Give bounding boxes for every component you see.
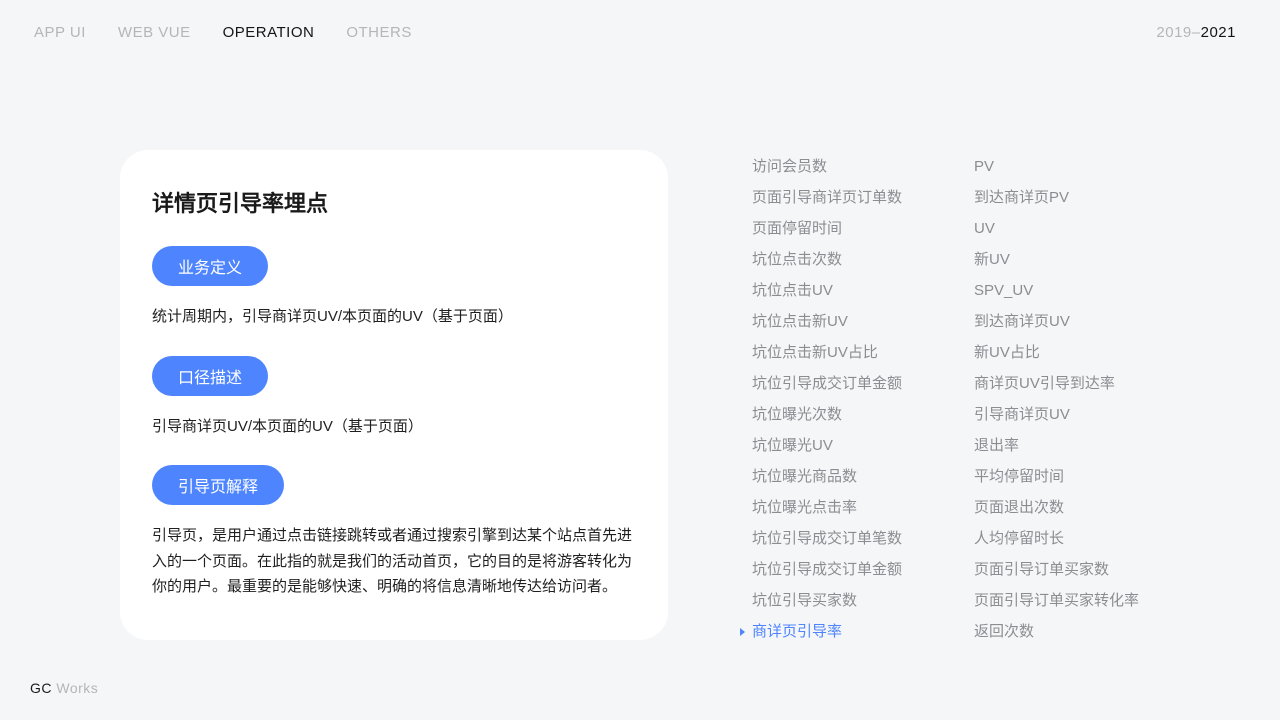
metrics-col-2: PV 到达商详页PV UV 新UV SPV_UV 到达商详页UV 新UV占比商详页UV引导到… <box>974 156 1139 642</box>
pill-business-def: 业务定义 <box>152 246 268 286</box>
metric-item[interactable]: 坑位点击次数 <box>752 249 902 270</box>
nav-others[interactable]: OTHERS <box>346 24 412 41</box>
footer-brand: GC Works <box>30 680 98 696</box>
footer-weak: Works <box>52 680 98 696</box>
metric-item[interactable]: 新UV占比 <box>974 342 1139 363</box>
top-nav: APP UI WEB VUE OPERATION OTHERS <box>34 24 412 41</box>
metrics-col-1: 访问会员数页面引导商详页订单数页面停留时间坑位点击次数坑位点击UV 坑位点击新UV… <box>752 156 902 642</box>
metrics-panel: 访问会员数页面引导商详页订单数页面停留时间坑位点击次数坑位点击UV 坑位点击新UV… <box>752 156 1139 642</box>
metric-item[interactable]: 坑位点击新UV占比 <box>752 342 902 363</box>
text-landing-explain: 引导页，是用户通过点击链接跳转或者通过搜索引擎到达某个站点首先进入的一个页面。在… <box>152 523 636 600</box>
metric-item[interactable]: UV <box>974 218 1139 239</box>
detail-card: 详情页引导率埋点 业务定义 统计周期内，引导商详页UV/本页面的UV（基于页面）… <box>120 150 668 640</box>
metric-item[interactable]: 页面引导商详页订单数 <box>752 187 902 208</box>
text-business-def: 统计周期内，引导商详页UV/本页面的UV（基于页面） <box>152 304 636 330</box>
metric-item[interactable]: 商详页UV引导到达率 <box>974 373 1139 394</box>
metric-item[interactable]: 坑位引导买家数 <box>752 590 902 611</box>
metric-item[interactable]: 退出率 <box>974 435 1139 456</box>
metric-item[interactable]: 人均停留时长 <box>974 528 1139 549</box>
metric-item[interactable]: 引导商详页UV <box>974 404 1139 425</box>
metric-item[interactable]: SPV_UV <box>974 280 1139 301</box>
nav-web-vue[interactable]: WEB VUE <box>118 24 191 41</box>
year-prefix: 2019– <box>1156 24 1200 41</box>
metric-item[interactable]: 到达商详页UV <box>974 311 1139 332</box>
text-caliber: 引导商详页UV/本页面的UV（基于页面） <box>152 414 636 440</box>
footer-strong: GC <box>30 680 52 696</box>
metric-item[interactable]: 页面退出次数 <box>974 497 1139 518</box>
metric-item[interactable]: 页面停留时间 <box>752 218 902 239</box>
metric-item[interactable]: PV <box>974 156 1139 177</box>
metric-item[interactable]: 返回次数 <box>974 621 1139 642</box>
metric-item[interactable]: 坑位曝光UV <box>752 435 902 456</box>
pill-landing-explain: 引导页解释 <box>152 465 284 505</box>
metric-item[interactable]: 坑位点击UV <box>752 280 902 301</box>
year-current: 2021 <box>1201 24 1236 41</box>
metric-item[interactable]: 坑位引导成交订单笔数 <box>752 528 902 549</box>
nav-operation[interactable]: OPERATION <box>223 24 315 41</box>
metric-item[interactable]: 坑位曝光商品数 <box>752 466 902 487</box>
metric-item[interactable]: 坑位曝光点击率 <box>752 497 902 518</box>
metric-item[interactable]: 到达商详页PV <box>974 187 1139 208</box>
pill-caliber: 口径描述 <box>152 356 268 396</box>
metric-item[interactable]: 坑位引导成交订单金额 <box>752 373 902 394</box>
metric-item[interactable]: 坑位曝光次数 <box>752 404 902 425</box>
metric-item[interactable]: 平均停留时间 <box>974 466 1139 487</box>
metric-item[interactable]: 坑位引导成交订单金额 <box>752 559 902 580</box>
metric-item[interactable]: 坑位点击新UV <box>752 311 902 332</box>
metric-item[interactable]: 页面引导订单买家数 <box>974 559 1139 580</box>
metric-item[interactable]: 访问会员数 <box>752 156 902 177</box>
metric-item[interactable]: 页面引导订单买家转化率 <box>974 590 1139 611</box>
year-range: 2019–2021 <box>1156 24 1236 41</box>
metric-item[interactable]: 新UV <box>974 249 1139 270</box>
metric-item[interactable]: 商详页引导率 <box>752 621 902 642</box>
card-title: 详情页引导率埋点 <box>152 186 636 218</box>
nav-app-ui[interactable]: APP UI <box>34 24 86 41</box>
